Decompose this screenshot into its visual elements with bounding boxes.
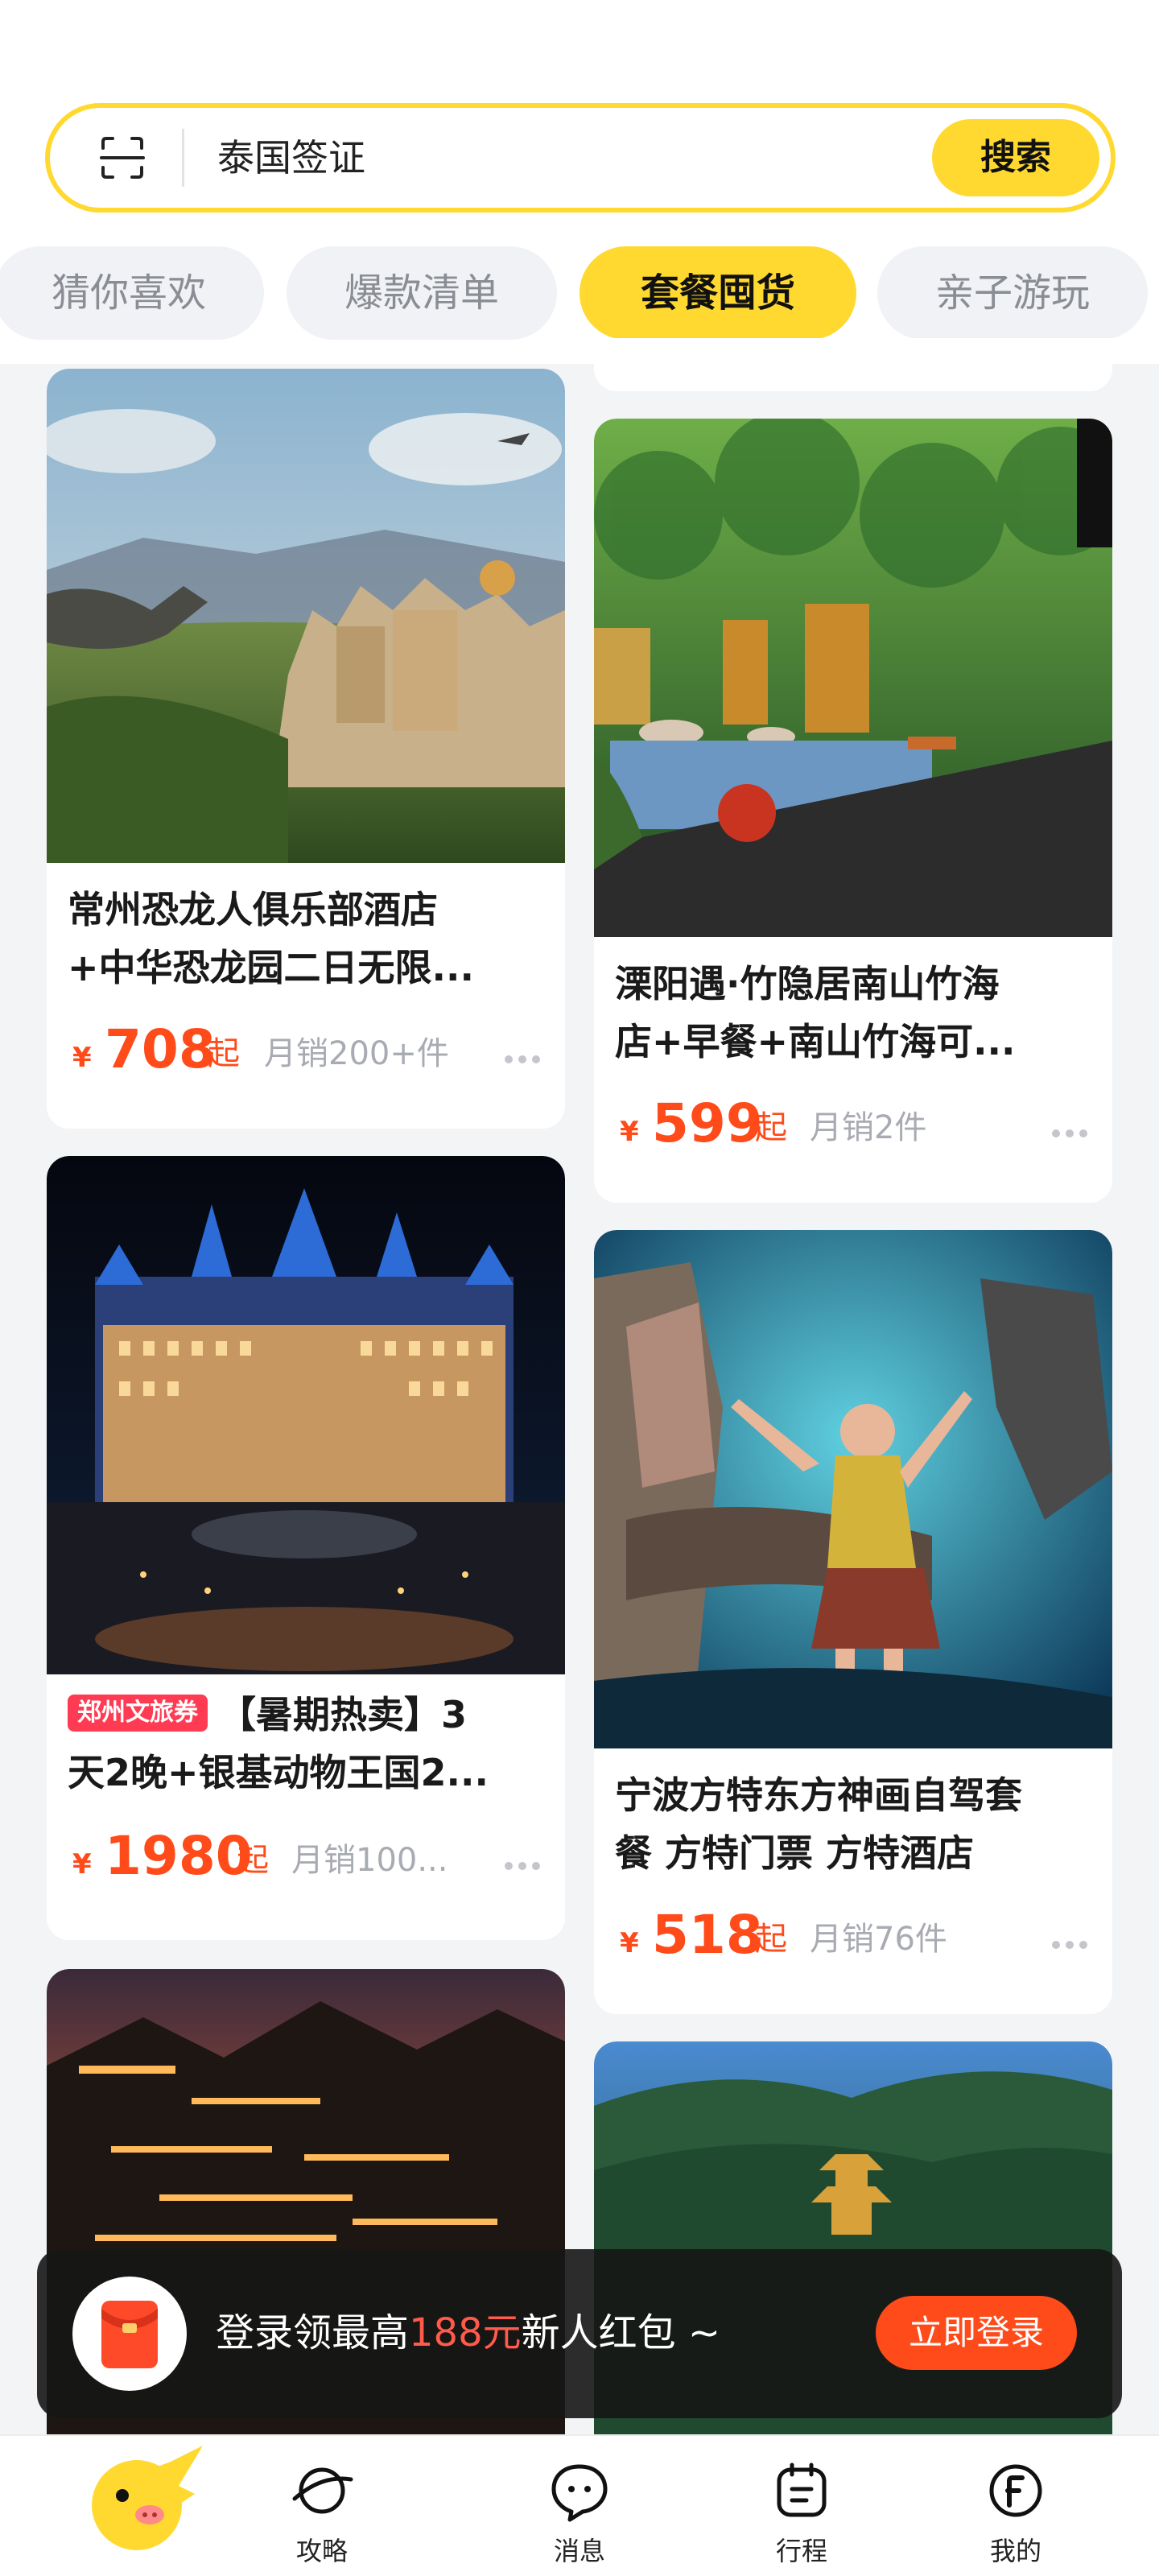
price-suffix: 起 — [755, 1921, 787, 1958]
currency-symbol: ¥ — [620, 1927, 639, 1959]
nav-label-profile: 我的 — [989, 2536, 1041, 2566]
product-image-bamboo-hot-spring[interactable] — [594, 419, 1112, 937]
nav-label-itinerary: 行程 — [775, 2536, 827, 2566]
more-options-icon[interactable] — [1050, 1938, 1090, 1951]
currency-symbol: ¥ — [72, 1848, 92, 1880]
price-suffix: 起 — [237, 1842, 269, 1879]
product-title: 常州恐龙人俱乐部酒店 +中华恐龙园二日无限... — [68, 881, 551, 997]
monthly-sales: 月销100... — [291, 1842, 448, 1879]
nav-item-guides[interactable]: 攻略 — [241, 2436, 402, 2576]
tab-package-deals[interactable]: 套餐囤货 — [580, 246, 856, 340]
scan-icon[interactable] — [97, 132, 148, 184]
itinerary-icon — [777, 2462, 827, 2517]
product-title: 溧阳遇·竹隐居南山竹海 店+早餐+南山竹海可... — [615, 955, 1098, 1071]
red-envelope-icon — [72, 2277, 187, 2391]
price-value: 1980 — [105, 1825, 253, 1887]
product-title-line: 餐 方特门票 方特酒店 — [615, 1831, 975, 1875]
product-card-previous[interactable] — [594, 338, 1112, 391]
nav-item-profile[interactable]: 我的 — [935, 2436, 1096, 2576]
tab-family-fun[interactable]: 亲子游玩 — [877, 246, 1148, 340]
more-options-icon[interactable] — [502, 1860, 542, 1872]
nav-label-guides: 攻略 — [295, 2536, 348, 2566]
search-bar[interactable]: 泰国签证 搜索 — [45, 103, 1116, 213]
more-options-icon[interactable] — [502, 1053, 542, 1066]
nav-item-itinerary[interactable]: 行程 — [721, 2436, 882, 2576]
price-row: ¥ 518 起 月销76件 — [615, 1903, 1098, 1967]
product-card[interactable]: 宁波方特东方神画自驾套 餐 方特门票 方特酒店 ¥ 518 起 月销76件 — [594, 1230, 1112, 2014]
product-title-line: 郑州文旅券 【暑期热卖】3 — [68, 1686, 551, 1744]
monthly-sales: 月销200+件 — [264, 1035, 449, 1072]
login-now-button[interactable]: 立即登录 — [876, 2296, 1077, 2370]
tab-hot-list[interactable]: 爆款清单 — [287, 246, 557, 340]
search-button[interactable]: 搜索 — [932, 119, 1099, 196]
product-image-fantawild-oriental[interactable] — [594, 1230, 1112, 1748]
price-row: ¥ 599 起 月销2件 — [615, 1092, 1098, 1156]
nav-item-messages[interactable]: 消息 — [499, 2436, 660, 2576]
product-title: 宁波方特东方神画自驾套 餐 方特门票 方特酒店 — [615, 1766, 1098, 1882]
product-card[interactable]: 常州恐龙人俱乐部酒店 +中华恐龙园二日无限... ¥ 708 起 月销200+件 — [47, 369, 565, 1129]
login-promo-text-after: 新人红包 ~ — [521, 2310, 721, 2355]
price-value: 599 — [652, 1092, 763, 1154]
monthly-sales: 月销2件 — [810, 1109, 927, 1146]
product-title-line: 溧阳遇·竹隐居南山竹海 — [615, 962, 1000, 1005]
login-promo-banner[interactable]: 登录领最高188元新人红包 ~ 立即登录 — [37, 2249, 1122, 2418]
currency-symbol: ¥ — [620, 1116, 639, 1148]
product-image-castle-hotel[interactable] — [47, 1156, 565, 1674]
mascot-home-icon[interactable] — [82, 2438, 211, 2558]
login-promo-text: 登录领最高188元新人红包 ~ — [216, 2304, 720, 2362]
product-title-line: 常州恐龙人俱乐部酒店 — [68, 888, 438, 931]
monthly-sales: 月销76件 — [810, 1921, 947, 1958]
product-title: 郑州文旅券 【暑期热卖】3 天2晚+银基动物王国2... — [68, 1686, 551, 1802]
planet-icon — [292, 2467, 353, 2514]
chat-bubble-icon — [551, 2464, 608, 2522]
product-title-line: 宁波方特东方神画自驾套 — [615, 1773, 1022, 1817]
product-image-dinosaur-park[interactable] — [47, 369, 565, 863]
product-title-line: 天2晚+银基动物王国2... — [68, 1751, 489, 1794]
price-suffix: 起 — [755, 1109, 787, 1146]
more-options-icon[interactable] — [1050, 1127, 1090, 1140]
login-promo-amount: 188元 — [409, 2310, 522, 2355]
search-divider — [182, 129, 184, 187]
price-row: ¥ 1980 起 月销100... — [68, 1824, 551, 1889]
price-row: ¥ 708 起 月销200+件 — [68, 1018, 551, 1082]
currency-symbol: ¥ — [72, 1042, 92, 1074]
product-title-text: 【暑期热卖】3 — [219, 1693, 468, 1736]
price-value: 518 — [652, 1904, 763, 1966]
login-promo-text-before: 登录领最高 — [216, 2310, 410, 2355]
product-card[interactable]: 溧阳遇·竹隐居南山竹海 店+早餐+南山竹海可... ¥ 599 起 月销2件 — [594, 419, 1112, 1203]
price-suffix: 起 — [208, 1035, 240, 1072]
profile-f-icon — [989, 2464, 1042, 2517]
product-title-line: +中华恐龙园二日无限... — [68, 946, 474, 989]
tab-guess-you-like[interactable]: 猜你喜欢 — [0, 246, 264, 340]
search-input[interactable]: 泰国签证 — [217, 132, 942, 184]
coupon-badge: 郑州文旅券 — [68, 1694, 208, 1732]
category-tabs: 猜你喜欢 爆款清单 套餐囤货 亲子游玩 — [0, 246, 1159, 340]
nav-label-messages: 消息 — [553, 2536, 605, 2566]
product-title-line: 店+早餐+南山竹海可... — [615, 1020, 1016, 1063]
price-value: 708 — [105, 1018, 216, 1080]
product-card[interactable]: 郑州文旅券 【暑期热卖】3 天2晚+银基动物王国2... ¥ 1980 起 月销1… — [47, 1156, 565, 1940]
